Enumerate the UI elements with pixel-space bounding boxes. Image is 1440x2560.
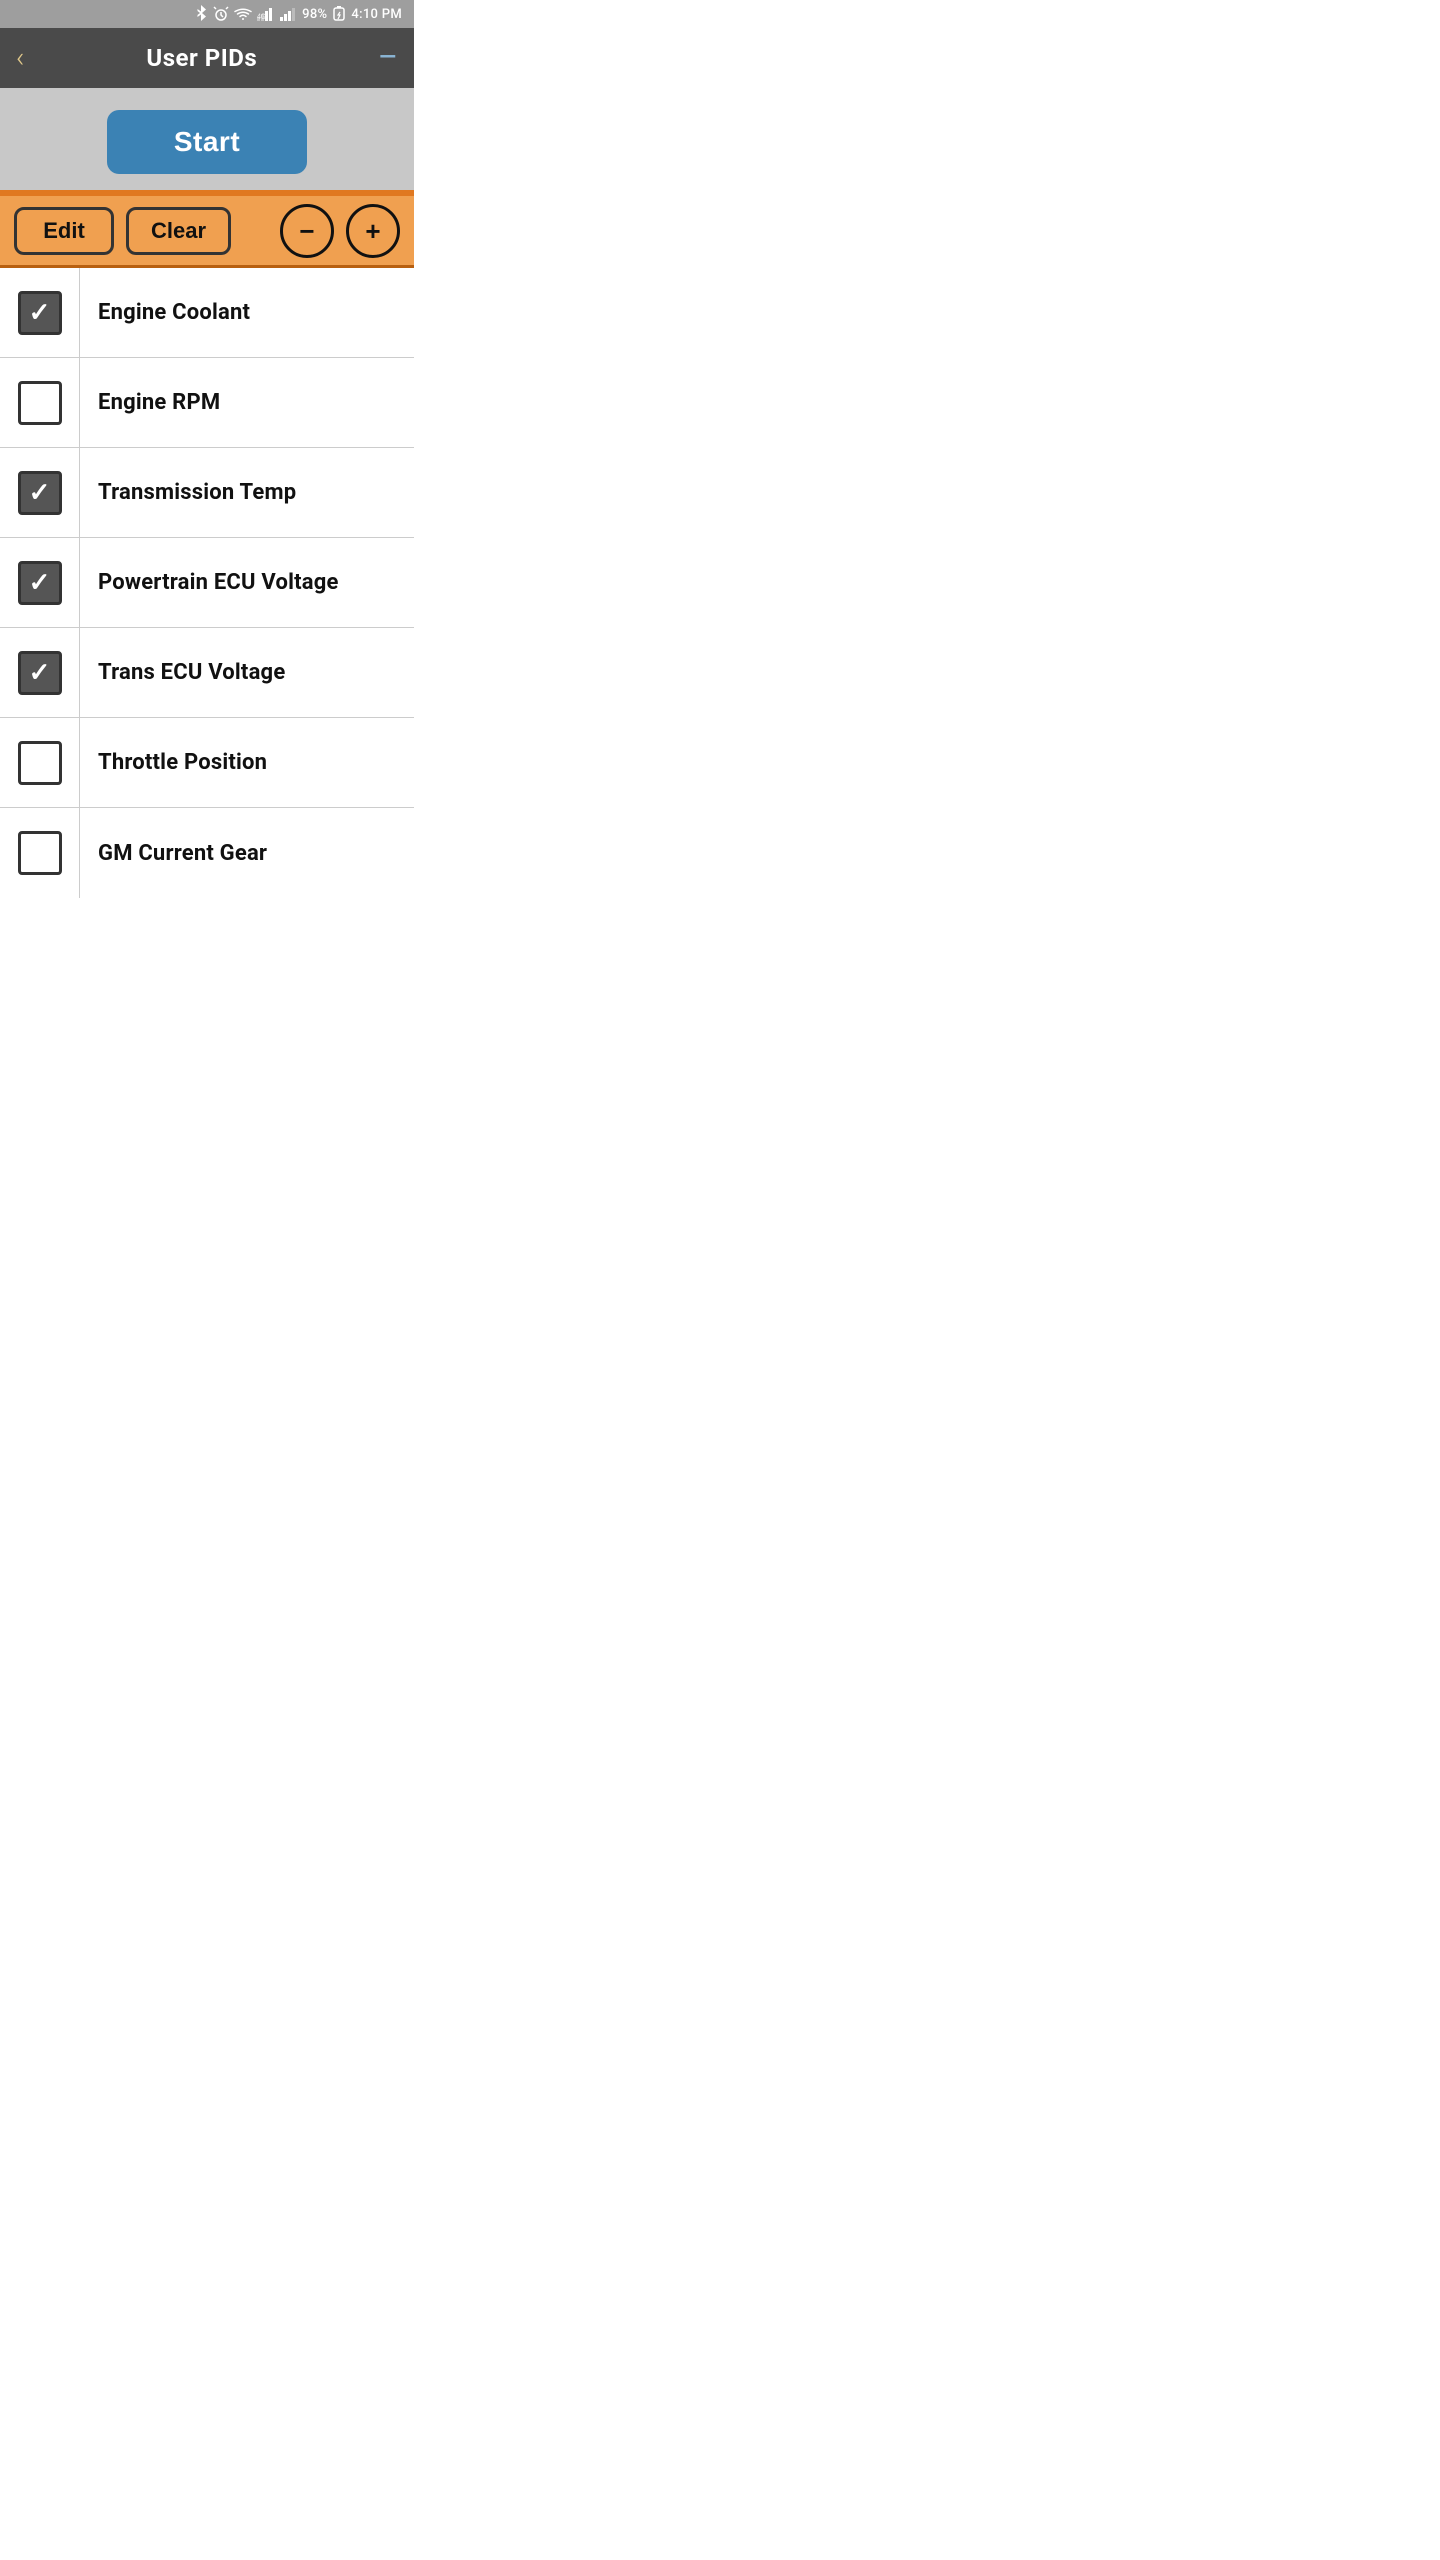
start-area: Start: [0, 88, 414, 190]
back-button[interactable]: ‹: [16, 44, 24, 72]
pid-label: Engine Coolant: [80, 300, 250, 325]
checkmark-icon: ✓: [29, 660, 51, 686]
checkbox-cell: ✓: [0, 538, 80, 627]
start-button[interactable]: Start: [107, 110, 307, 174]
signal-strength-icon: [280, 7, 296, 21]
checkbox-cell: ✓: [0, 448, 80, 537]
bottom-area: [0, 898, 414, 1018]
checkmark-icon: ✓: [29, 300, 51, 326]
checkmark-icon: ✓: [29, 570, 51, 596]
svg-text:4G: 4G: [257, 13, 266, 21]
checkbox-3[interactable]: ✓: [18, 471, 62, 515]
pid-label: GM Current Gear: [80, 841, 267, 866]
pid-row: ✓ Engine Coolant: [0, 268, 414, 358]
pid-label: Throttle Position: [80, 750, 267, 775]
status-bar: 4G 98% 4:10 PM: [0, 0, 414, 28]
checkbox-1[interactable]: ✓: [18, 291, 62, 335]
checkbox-cell: [0, 718, 80, 807]
checkbox-5[interactable]: ✓: [18, 651, 62, 695]
pid-label: Engine RPM: [80, 390, 220, 415]
edit-button[interactable]: Edit: [14, 207, 114, 255]
pid-label: Trans ECU Voltage: [80, 660, 285, 685]
pid-row: ✓ Transmission Temp: [0, 448, 414, 538]
increment-button[interactable]: +: [346, 204, 400, 258]
wifi-icon: [234, 7, 252, 21]
checkbox-4[interactable]: ✓: [18, 561, 62, 605]
pid-label: Transmission Temp: [80, 480, 296, 505]
battery-charging-icon: [333, 6, 345, 22]
checkbox-cell: [0, 808, 80, 898]
pid-row: GM Current Gear: [0, 808, 414, 898]
checkbox-cell: ✓: [0, 268, 80, 357]
clear-button[interactable]: Clear: [126, 207, 231, 255]
pid-row: Throttle Position: [0, 718, 414, 808]
signal-icon: 4G: [257, 7, 275, 21]
checkbox-2[interactable]: [18, 381, 62, 425]
decrement-button[interactable]: −: [280, 204, 334, 258]
checkbox-6[interactable]: [18, 741, 62, 785]
checkmark-icon: ✓: [29, 480, 51, 506]
checkbox-cell: [0, 358, 80, 447]
pid-label: Powertrain ECU Voltage: [80, 570, 339, 595]
alarm-icon: [213, 6, 229, 22]
menu-button[interactable]: —: [379, 47, 398, 69]
time-display: 4:10 PM: [351, 7, 402, 22]
toolbar: Edit Clear − +: [0, 196, 414, 268]
page-title: User PIDs: [146, 44, 257, 72]
checkbox-7[interactable]: [18, 831, 62, 875]
nav-bar: ‹ User PIDs —: [0, 28, 414, 88]
bluetooth-icon: [194, 5, 208, 23]
battery-percent: 98%: [302, 7, 327, 22]
checkbox-cell: ✓: [0, 628, 80, 717]
pid-row: ✓ Trans ECU Voltage: [0, 628, 414, 718]
status-icons: 4G: [194, 5, 296, 23]
pid-row: ✓ Powertrain ECU Voltage: [0, 538, 414, 628]
pid-list: ✓ Engine Coolant Engine RPM ✓ Transmission T…: [0, 268, 414, 898]
pid-row: Engine RPM: [0, 358, 414, 448]
